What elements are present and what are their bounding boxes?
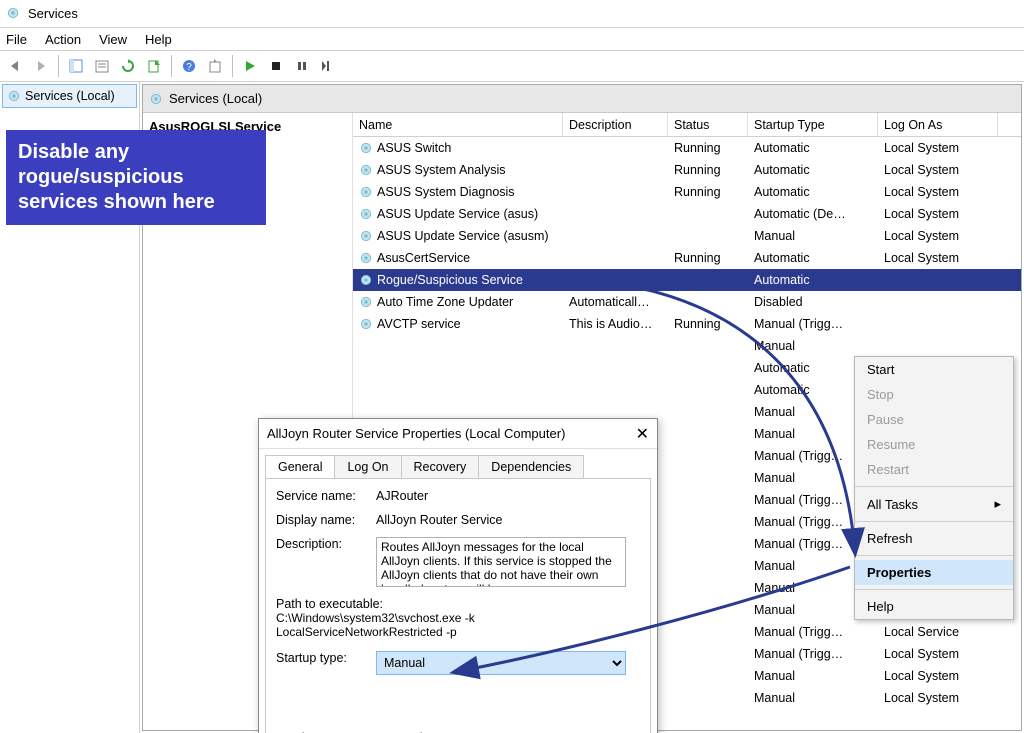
title-bar: Services xyxy=(0,0,1024,28)
dialog-title: AllJoyn Router Service Properties (Local… xyxy=(267,426,565,441)
ctx-refresh[interactable]: Refresh xyxy=(855,526,1013,551)
export-list-button[interactable] xyxy=(143,55,165,77)
service-name-value: AJRouter xyxy=(376,489,428,503)
gear-icon xyxy=(359,229,373,243)
col-description[interactable]: Description xyxy=(563,113,668,136)
menu-action[interactable]: Action xyxy=(45,32,81,47)
service-row[interactable]: ASUS SwitchRunningAutomaticLocal System xyxy=(353,137,1021,159)
tab-dependencies[interactable]: Dependencies xyxy=(478,455,584,478)
gear-icon xyxy=(359,185,373,199)
path-value: C:\Windows\system32\svchost.exe -k Local… xyxy=(276,611,640,639)
pause-service-button[interactable] xyxy=(291,55,313,77)
service-row[interactable]: ASUS System AnalysisRunningAutomaticLoca… xyxy=(353,159,1021,181)
tab-logon[interactable]: Log On xyxy=(334,455,401,478)
gear-icon xyxy=(359,251,373,265)
ctx-pause: Pause xyxy=(855,407,1013,432)
restart-service-button[interactable] xyxy=(317,55,339,77)
service-name-label: Service name: xyxy=(276,489,376,503)
show-hide-tree-button[interactable] xyxy=(65,55,87,77)
tree-item-label: Services (Local) xyxy=(25,89,115,103)
forward-button[interactable] xyxy=(30,55,52,77)
menu-bar: File Action View Help xyxy=(0,28,1024,50)
col-status[interactable]: Status xyxy=(668,113,748,136)
service-row[interactable]: ASUS Update Service (asusm)ManualLocal S… xyxy=(353,225,1021,247)
col-name[interactable]: Name xyxy=(353,113,563,136)
service-row[interactable]: AsusCertServiceRunningAutomaticLocal Sys… xyxy=(353,247,1021,269)
gear-icon xyxy=(359,141,373,155)
tree-services-local[interactable]: Services (Local) xyxy=(2,84,137,108)
display-name-label: Display name: xyxy=(276,513,376,527)
display-name-value: AllJoyn Router Service xyxy=(376,513,502,527)
gear-icon xyxy=(359,207,373,221)
toolbar: ? xyxy=(0,50,1024,82)
ctx-start[interactable]: Start xyxy=(855,357,1013,382)
close-icon[interactable]: ✕ xyxy=(636,424,649,444)
properties-dialog: AllJoyn Router Service Properties (Local… xyxy=(258,418,658,733)
col-logon[interactable]: Log On As xyxy=(878,113,998,136)
ctx-resume: Resume xyxy=(855,432,1013,457)
gear-icon xyxy=(7,89,21,103)
path-label: Path to executable: xyxy=(276,597,640,611)
description-value[interactable]: Routes AllJoyn messages for the local Al… xyxy=(376,537,626,587)
list-header: Name Description Status Startup Type Log… xyxy=(353,113,1021,137)
tab-recovery[interactable]: Recovery xyxy=(401,455,480,478)
dialog-tabs: General Log On Recovery Dependencies xyxy=(259,449,657,478)
svg-text:?: ? xyxy=(186,62,192,73)
service-row[interactable]: Auto Time Zone UpdaterAutomaticall…Disab… xyxy=(353,291,1021,313)
gear-icon xyxy=(359,163,373,177)
start-service-button[interactable] xyxy=(239,55,261,77)
gear-icon xyxy=(359,317,373,331)
action-button[interactable] xyxy=(204,55,226,77)
chevron-right-icon: ▸ xyxy=(994,496,1001,512)
menu-file[interactable]: File xyxy=(6,32,27,47)
general-panel: Service name: AJRouter Display name: All… xyxy=(265,478,651,733)
service-row[interactable]: Rogue/Suspicious ServiceAutomatic xyxy=(353,269,1021,291)
description-label: Description: xyxy=(276,537,376,551)
service-row[interactable]: ASUS Update Service (asus)Automatic (De…… xyxy=(353,203,1021,225)
annotation-callout: Disable any rogue/suspicious services sh… xyxy=(6,130,266,225)
stop-service-button[interactable] xyxy=(265,55,287,77)
service-row[interactable]: Manual xyxy=(353,335,1021,357)
startup-type-select[interactable]: Manual xyxy=(376,651,626,675)
ctx-restart: Restart xyxy=(855,457,1013,482)
ctx-help[interactable]: Help xyxy=(855,594,1013,619)
menu-help[interactable]: Help xyxy=(145,32,172,47)
col-startup[interactable]: Startup Type xyxy=(748,113,878,136)
service-row[interactable]: ASUS System DiagnosisRunningAutomaticLoc… xyxy=(353,181,1021,203)
menu-view[interactable]: View xyxy=(99,32,127,47)
ctx-all-tasks[interactable]: All Tasks▸ xyxy=(855,491,1013,517)
gear-icon xyxy=(149,92,163,106)
tab-general[interactable]: General xyxy=(265,455,335,478)
results-title: Services (Local) xyxy=(169,91,262,106)
back-button[interactable] xyxy=(4,55,26,77)
window-title: Services xyxy=(28,6,78,21)
ctx-stop: Stop xyxy=(855,382,1013,407)
gear-icon xyxy=(359,295,373,309)
startup-type-label: Startup type: xyxy=(276,651,376,665)
properties-button[interactable] xyxy=(91,55,113,77)
ctx-properties[interactable]: Properties xyxy=(855,560,1013,585)
app-icon xyxy=(6,6,22,22)
gear-icon xyxy=(359,273,373,287)
service-row[interactable]: AVCTP serviceThis is Audio…RunningManual… xyxy=(353,313,1021,335)
context-menu: Start Stop Pause Resume Restart All Task… xyxy=(854,356,1014,620)
refresh-button[interactable] xyxy=(117,55,139,77)
help-button[interactable]: ? xyxy=(178,55,200,77)
